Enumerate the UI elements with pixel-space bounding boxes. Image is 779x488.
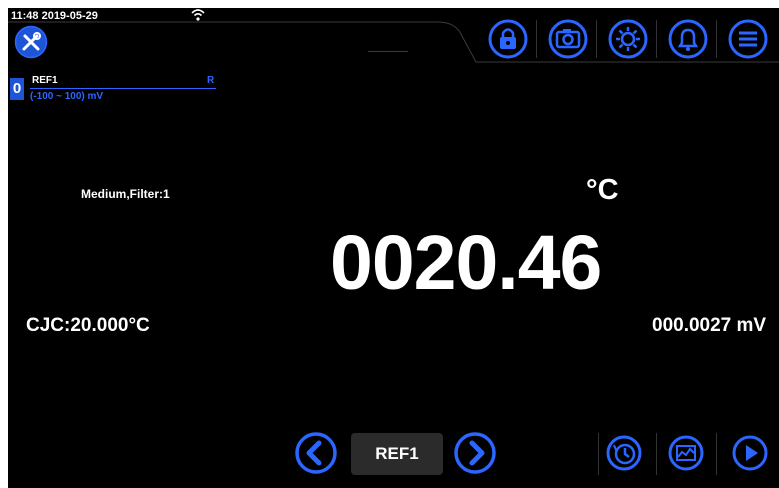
- main-reading: 0020.46: [330, 220, 602, 306]
- brightness-icon[interactable]: [606, 17, 650, 61]
- wifi-icon: [191, 9, 205, 21]
- channel-info[interactable]: 0 REF1 R (-100 ~ 100) mV: [8, 72, 218, 106]
- bottom-divider: [598, 433, 599, 475]
- top-divider: [368, 51, 408, 52]
- channel-number: 0: [10, 78, 24, 100]
- history-icon[interactable]: [604, 433, 644, 473]
- cjc-value: CJC:20.000°C: [26, 315, 150, 336]
- top-bar: [8, 21, 779, 63]
- channel-flag: R: [207, 75, 215, 86]
- bottom-divider: [716, 433, 717, 475]
- trend-chart-icon[interactable]: [666, 433, 706, 473]
- channel-range: (-100 ~ 100) mV: [30, 91, 104, 102]
- toolbar-divider: [536, 20, 537, 58]
- chevron-left-icon[interactable]: [294, 431, 338, 475]
- raw-voltage: 000.0027 mV: [652, 315, 767, 336]
- toolbar-divider: [716, 20, 717, 58]
- tools-icon[interactable]: [14, 25, 48, 59]
- menu-icon[interactable]: [726, 17, 770, 61]
- camera-icon[interactable]: [546, 17, 590, 61]
- alarm-bell-icon[interactable]: [666, 17, 710, 61]
- channel-select[interactable]: REF1: [351, 433, 443, 475]
- channel-name: REF1: [32, 75, 58, 86]
- unit-label: °C: [586, 174, 619, 206]
- toolbar-divider: [596, 20, 597, 58]
- chevron-right-icon[interactable]: [453, 431, 497, 475]
- channel-underline: [30, 88, 216, 89]
- play-icon[interactable]: [730, 433, 770, 473]
- lock-icon[interactable]: [486, 17, 530, 61]
- bottom-divider: [656, 433, 657, 475]
- instrument-screen: 11:48 2019-05-29 0 REF1 R (-100 ~ 100) m…: [8, 8, 779, 488]
- status-datetime: 11:48 2019-05-29: [11, 10, 98, 22]
- toolbar-divider: [656, 20, 657, 58]
- filter-label: Medium,Filter:1: [81, 187, 170, 201]
